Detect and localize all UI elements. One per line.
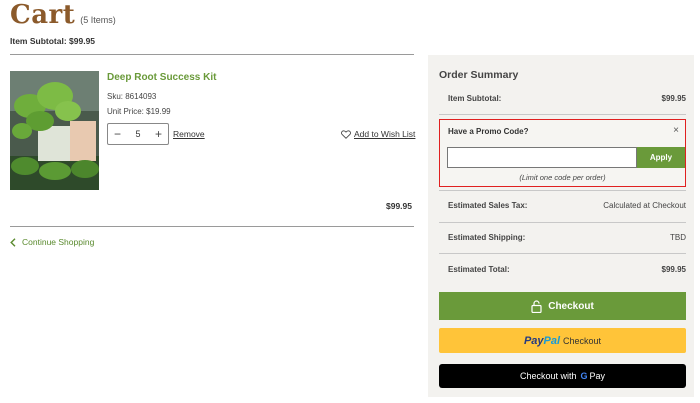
wishlist-label: Add to Wish List [354, 129, 416, 139]
product-unit-price: Unit Price: $19.99 [107, 107, 171, 116]
paypal-logo-pal: Pal [543, 334, 561, 347]
paypal-checkout-button[interactable]: Pay Pal Checkout [439, 328, 686, 353]
shipping-label: Estimated Shipping: [448, 233, 526, 242]
quantity-value[interactable]: 5 [135, 129, 140, 139]
add-to-wishlist-button[interactable]: Add to Wish List [341, 129, 415, 139]
promo-limit-note: (Limit one code per order) [519, 173, 606, 182]
divider [10, 54, 414, 55]
sales-tax-label: Estimated Sales Tax: [448, 201, 528, 210]
divider [10, 226, 414, 227]
order-summary-title: Order Summary [439, 69, 519, 81]
summary-shipping: Estimated Shipping: TBD [448, 233, 686, 242]
paypal-logo-pay: Pay [523, 334, 544, 347]
gpay-pay-label: Pay [589, 371, 606, 381]
summary-subtotal-label: Item Subtotal: [448, 94, 502, 103]
heart-icon [341, 129, 351, 139]
promo-code-input[interactable] [447, 147, 637, 168]
summary-subtotal-value: $99.95 [661, 94, 686, 103]
summary-item-subtotal: Item Subtotal: $99.95 [448, 94, 686, 103]
google-pay-checkout-button[interactable]: Checkout with G Pay [439, 364, 686, 388]
product-info: Deep Root Success Kit Sku: 8614093 Unit … [107, 72, 216, 116]
close-icon[interactable]: × [673, 125, 679, 136]
line-total: $99.95 [386, 201, 412, 211]
promo-code-section: Have a Promo Code? × Apply (Limit one co… [439, 119, 686, 187]
item-count: (5 Items) [80, 15, 116, 25]
sales-tax-value: Calculated at Checkout [603, 201, 686, 210]
continue-shopping-label: Continue Shopping [22, 237, 95, 247]
summary-sales-tax: Estimated Sales Tax: Calculated at Check… [448, 201, 686, 210]
checkout-button[interactable]: Checkout [439, 292, 686, 320]
gpay-prefix-label: Checkout with [519, 371, 577, 381]
google-g-icon: G [580, 371, 588, 381]
promo-title: Have a Promo Code? [448, 127, 529, 136]
item-subtotal-header: Item Subtotal: $99.95 [10, 36, 96, 46]
remove-button[interactable]: Remove [173, 129, 205, 139]
product-sku: Sku: 8614093 [107, 92, 157, 101]
total-label: Estimated Total: [448, 265, 510, 274]
divider [439, 222, 686, 223]
checkout-label: Checkout [548, 300, 594, 312]
plus-icon[interactable]: + [155, 128, 162, 140]
divider [439, 253, 686, 254]
product-name-link[interactable]: Deep Root Success Kit [107, 72, 216, 83]
page-title: Cart [10, 0, 76, 30]
apply-promo-button[interactable]: Apply [637, 147, 685, 168]
continue-shopping-link[interactable]: Continue Shopping [10, 237, 94, 247]
paypal-checkout-label: Checkout [563, 335, 602, 346]
chevron-left-icon [10, 237, 16, 247]
summary-total: Estimated Total: $99.95 [448, 265, 686, 274]
cart-header: Cart (5 Items) [10, 0, 116, 30]
total-value: $99.95 [661, 265, 686, 274]
shipping-value: TBD [670, 233, 686, 242]
order-summary-panel: Order Summary Item Subtotal: $99.95 Have… [428, 55, 694, 397]
product-image[interactable] [10, 71, 99, 190]
divider [439, 190, 686, 191]
lock-icon [531, 299, 542, 313]
minus-icon[interactable]: − [114, 128, 121, 140]
divider [439, 114, 686, 115]
quantity-stepper: − 5 + [107, 123, 169, 145]
